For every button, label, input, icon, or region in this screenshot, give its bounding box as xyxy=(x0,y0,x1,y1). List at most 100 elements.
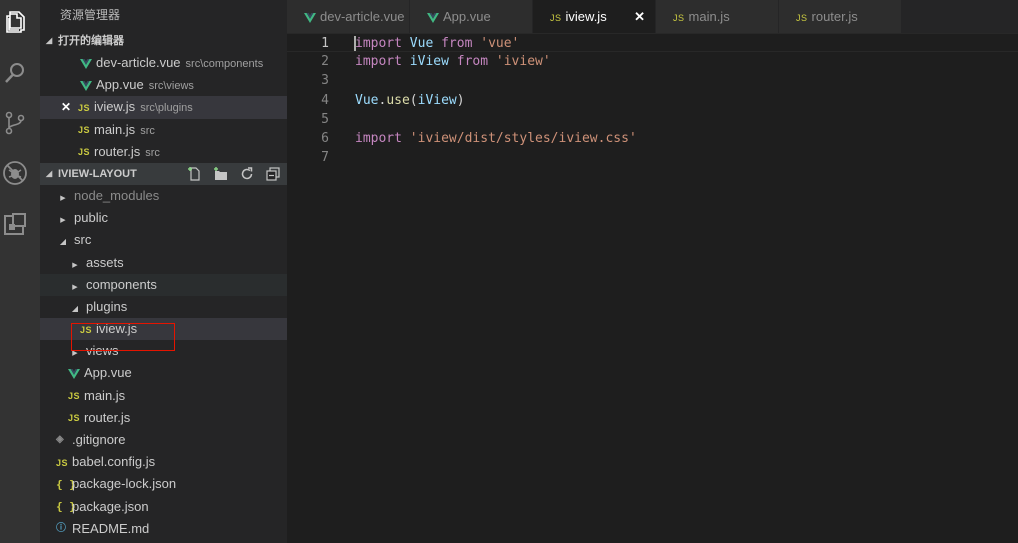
file-tree: ▶ node_modules ▶ public ◢ src ▶ assets ▶ componen… xyxy=(40,185,287,540)
close-icon[interactable]: ✕ xyxy=(634,0,645,33)
text-cursor xyxy=(354,36,356,51)
source-control-icon[interactable] xyxy=(2,110,28,136)
code-token: iView xyxy=(409,54,449,70)
code-token: from xyxy=(456,54,489,70)
tree-file[interactable]: JS main.js xyxy=(40,385,287,407)
open-editor-name: dev-article.vue xyxy=(96,55,181,70)
code-text: Vue.use(iView) xyxy=(355,91,465,110)
workspace-header[interactable]: ◢ IVIEW-LAYOUT xyxy=(40,162,287,185)
tab-label: iview.js xyxy=(565,9,607,24)
code-token: import xyxy=(355,54,402,70)
open-editor-path: src\components xyxy=(185,58,264,70)
code-token: ) xyxy=(456,92,465,108)
open-editor-name: App.vue xyxy=(96,77,144,93)
code-line[interactable]: 5 xyxy=(287,110,1018,129)
tree-folder[interactable]: ▶ node_modules xyxy=(40,185,287,207)
vue-file-icon xyxy=(304,12,316,23)
tree-item-label: router.js xyxy=(84,409,131,425)
tab-dev-article-vue[interactable]: dev-article.vue xyxy=(287,0,410,33)
open-editor-item[interactable]: JS main.js src xyxy=(40,119,287,141)
tree-file[interactable]: { }package.json xyxy=(40,496,287,518)
code-line[interactable]: 4 Vue.use(iView) xyxy=(287,91,1018,110)
tree-folder[interactable]: ▶ assets xyxy=(40,252,287,274)
debug-icon[interactable] xyxy=(2,160,28,186)
chevron-down-icon: ◢ xyxy=(46,36,53,45)
code-token: ( xyxy=(409,92,418,108)
tree-folder[interactable]: ▶ public xyxy=(40,207,287,229)
open-editor-name: router.js xyxy=(94,143,141,159)
tab-App-vue[interactable]: App.vue xyxy=(410,0,533,33)
tree-item-label: main.js xyxy=(84,387,126,403)
tree-folder[interactable]: ▶ views xyxy=(40,340,287,362)
close-icon[interactable]: ✕ xyxy=(61,96,71,118)
search-icon[interactable] xyxy=(2,60,28,86)
workspace-actions xyxy=(187,166,281,182)
tree-folder[interactable]: ◢ src xyxy=(40,229,287,251)
chevron-down-icon: ◢ xyxy=(71,303,79,313)
new-folder-icon[interactable] xyxy=(213,166,229,182)
code-line[interactable]: 7 xyxy=(287,148,1018,167)
tree-item-label: package-lock.json xyxy=(72,476,177,492)
line-number: 6 xyxy=(321,131,329,146)
tree-file[interactable]: ⓘ README.md xyxy=(40,518,287,540)
collapse-all-icon[interactable] xyxy=(265,166,281,182)
refresh-icon[interactable] xyxy=(239,166,255,182)
tree-file[interactable]: JS iview.js xyxy=(40,318,287,341)
tab-iview-js[interactable]: JS iview.js ✕ xyxy=(533,0,656,33)
open-editor-item[interactable]: ✕ JS iview.js src\plugins xyxy=(40,96,287,119)
code-line[interactable]: 2 import iView from 'iview' xyxy=(287,52,1018,71)
tree-item-label: node_modules xyxy=(74,187,160,203)
code-line[interactable]: 6 import 'iview/dist/styles/iview.css' xyxy=(287,129,1018,148)
tree-file[interactable]: JS babel.config.js xyxy=(40,451,287,473)
vue-file-icon xyxy=(427,12,439,23)
tree-item-label: assets xyxy=(86,254,124,270)
tree-item-label: src xyxy=(74,232,92,248)
tree-file[interactable]: { }package-lock.json xyxy=(40,473,287,495)
open-editors-header[interactable]: ◢ 打开的编辑器 xyxy=(40,30,287,52)
sidebar-title: 资源管理器 xyxy=(60,8,121,22)
extensions-icon[interactable] xyxy=(2,211,28,237)
new-file-icon[interactable] xyxy=(187,166,203,182)
open-editor-item[interactable]: App.vue src\views xyxy=(40,74,287,96)
vue-file-icon xyxy=(68,369,80,379)
tree-item-label: iview.js xyxy=(96,321,138,337)
code-text: import iView from 'iview' xyxy=(355,52,551,71)
tree-item-label: views xyxy=(86,343,119,359)
tab-label: router.js xyxy=(811,9,858,24)
js-file-icon: JS xyxy=(78,147,91,158)
info-file-icon: ⓘ xyxy=(56,523,66,535)
tree-folder[interactable]: ▶ components xyxy=(40,273,287,296)
tab-router-js[interactable]: JS router.js xyxy=(779,0,902,33)
open-editor-item[interactable]: dev-article.vue src\components xyxy=(40,52,287,74)
code-line[interactable]: 1 import Vue from 'vue' xyxy=(287,33,1018,52)
tab-label: dev-article.vue xyxy=(320,9,405,24)
js-file-icon: JS xyxy=(56,457,69,468)
js-file-icon: JS xyxy=(68,413,81,424)
line-number: 5 xyxy=(321,111,329,127)
open-editor-item[interactable]: JS router.js src xyxy=(40,141,287,163)
line-number: 1 xyxy=(321,36,329,51)
code-editor[interactable]: 1 import Vue from 'vue' 2 import iView from… xyxy=(287,33,1018,543)
open-editors-list: dev-article.vue src\components App.vue src\… xyxy=(40,52,287,163)
tree-file[interactable]: ◈ .gitignore xyxy=(40,429,287,451)
explorer-icon[interactable] xyxy=(2,9,28,35)
open-editor-path: src xyxy=(145,146,160,159)
json-file-icon: { } xyxy=(56,477,76,491)
tree-folder[interactable]: ◢ plugins xyxy=(40,296,287,318)
code-token: 'iview/dist/styles/iview.css' xyxy=(409,131,637,146)
line-number: 2 xyxy=(321,54,329,70)
tree-file[interactable]: JS router.js xyxy=(40,407,287,429)
code-token: iView xyxy=(417,92,457,108)
tree-file[interactable]: App.vue xyxy=(40,362,287,384)
explorer-sidebar: 资源管理器 ◢ 打开的编辑器 dev-article.vue src\compon… xyxy=(40,0,287,543)
tab-main-js[interactable]: JS main.js xyxy=(656,0,779,33)
open-editor-name: iview.js xyxy=(94,99,136,115)
open-editor-name: main.js xyxy=(94,121,136,137)
code-line[interactable]: 3 xyxy=(287,71,1018,90)
line-number: 3 xyxy=(321,73,329,89)
tree-item-label: App.vue xyxy=(84,365,132,381)
